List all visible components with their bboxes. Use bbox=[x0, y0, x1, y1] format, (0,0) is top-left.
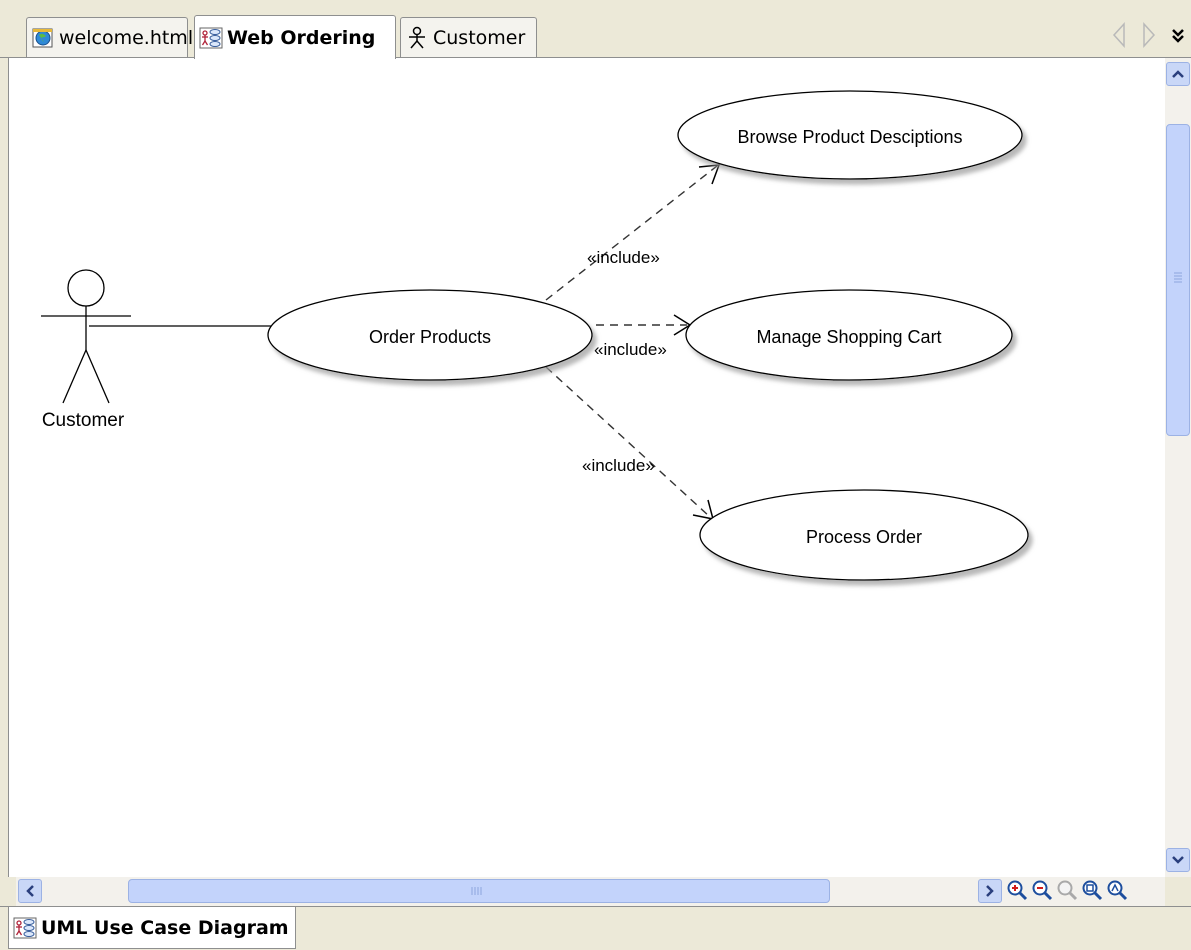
editor-tab-bar: welcome.html Web Ordering Customer bbox=[0, 0, 1191, 59]
use-case-browse-product-descriptions[interactable]: Browse Product Desciptions bbox=[677, 90, 1023, 180]
tab-welcome-html[interactable]: welcome.html bbox=[26, 17, 193, 57]
zoom-in-icon[interactable] bbox=[1006, 879, 1028, 901]
bottom-tab-bar: UML Use Case Diagram bbox=[0, 906, 1191, 950]
zoom-out-icon[interactable] bbox=[1031, 879, 1053, 901]
tab-list-chevron-icon[interactable] bbox=[1171, 25, 1185, 45]
diagram-canvas[interactable]: Customer «include» «include» «include» O… bbox=[8, 58, 1166, 877]
tab-uml-use-case-diagram[interactable]: UML Use Case Diagram bbox=[8, 907, 296, 949]
scroll-tabs-right-icon[interactable] bbox=[1141, 22, 1157, 48]
tab-customer[interactable]: Customer bbox=[400, 17, 537, 57]
uml-diagram-icon bbox=[13, 917, 37, 938]
scroll-down-button[interactable] bbox=[1166, 848, 1190, 872]
vertical-scrollbar[interactable] bbox=[1165, 58, 1191, 877]
tab-navigation bbox=[1111, 22, 1185, 48]
grip-icon bbox=[471, 887, 482, 895]
horizontal-scrollbar[interactable] bbox=[16, 877, 1165, 906]
horizontal-scroll-thumb[interactable] bbox=[128, 879, 830, 903]
include-browse[interactable]: «include» bbox=[545, 164, 721, 301]
use-case-diagram: Customer «include» «include» «include» O… bbox=[41, 90, 1029, 581]
scroll-left-button[interactable] bbox=[18, 879, 42, 903]
use-case-label: Browse Product Desciptions bbox=[737, 127, 962, 147]
chevron-right-icon bbox=[986, 885, 994, 897]
scroll-right-button[interactable] bbox=[978, 879, 1002, 903]
use-case-order-products[interactable]: Order Products bbox=[267, 289, 593, 381]
chevron-left-icon bbox=[26, 885, 34, 897]
include-label: «include» bbox=[587, 248, 660, 267]
include-label: «include» bbox=[594, 340, 667, 359]
zoom-fit-icon[interactable] bbox=[1081, 879, 1103, 901]
include-label: «include» bbox=[582, 456, 655, 475]
zoom-selection-icon[interactable] bbox=[1106, 879, 1128, 901]
tab-web-ordering[interactable]: Web Ordering bbox=[194, 15, 396, 59]
web-page-icon bbox=[32, 28, 53, 47]
scroll-up-button[interactable] bbox=[1166, 62, 1190, 86]
uml-diagram-icon bbox=[199, 27, 223, 48]
use-case-process-order[interactable]: Process Order bbox=[699, 489, 1029, 581]
tab-label: Customer bbox=[433, 26, 526, 49]
include-cart[interactable]: «include» bbox=[594, 314, 692, 359]
actor-icon bbox=[409, 26, 425, 48]
use-case-label: Order Products bbox=[369, 327, 491, 347]
use-case-label: Process Order bbox=[806, 527, 922, 547]
zoom-actual-icon[interactable] bbox=[1056, 879, 1078, 901]
actor-customer[interactable]: Customer bbox=[41, 269, 131, 431]
grip-icon bbox=[1174, 272, 1182, 283]
include-process[interactable]: «include» bbox=[545, 366, 715, 520]
chevron-down-icon bbox=[1172, 856, 1184, 864]
chevron-up-icon bbox=[1172, 70, 1184, 78]
actor-label: Customer bbox=[42, 410, 125, 431]
scroll-tabs-left-icon[interactable] bbox=[1111, 22, 1127, 48]
use-case-label: Manage Shopping Cart bbox=[756, 327, 941, 347]
tab-label: Web Ordering bbox=[227, 26, 376, 49]
vertical-scroll-thumb[interactable] bbox=[1166, 124, 1190, 436]
tab-label: welcome.html bbox=[59, 26, 194, 49]
bottom-tab-label: UML Use Case Diagram bbox=[41, 916, 289, 939]
use-case-manage-shopping-cart[interactable]: Manage Shopping Cart bbox=[685, 289, 1013, 381]
